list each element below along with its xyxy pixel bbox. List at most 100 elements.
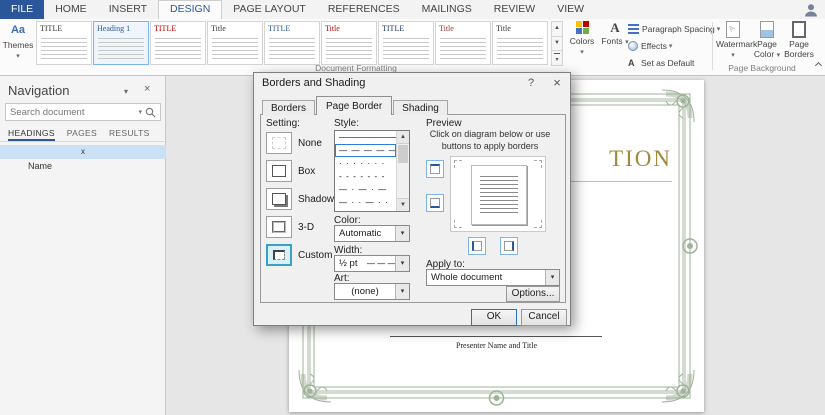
top-border-button[interactable] bbox=[426, 160, 444, 178]
border-art-select[interactable]: (none) ▾ bbox=[334, 283, 410, 300]
scroll-down-icon: ▼ bbox=[400, 202, 406, 208]
ribbon-tab[interactable]: HOME bbox=[44, 0, 98, 19]
style-set-item[interactable]: TITLE bbox=[150, 21, 206, 65]
effects-icon bbox=[628, 41, 638, 51]
style-set-item[interactable]: Title bbox=[321, 21, 377, 65]
ribbon-tab[interactable]: FILE bbox=[0, 0, 45, 19]
chevron-down-icon: ▾ bbox=[731, 51, 735, 59]
ribbon-tab[interactable]: REFERENCES bbox=[317, 0, 411, 19]
preview-corner-guide bbox=[454, 220, 462, 228]
border-setting-option[interactable]: Shadow bbox=[266, 187, 334, 211]
border-style-option[interactable]: · · · · · · · bbox=[335, 157, 396, 170]
navigation-tab[interactable]: HEADINGS bbox=[8, 125, 55, 141]
ribbon-tab[interactable]: PAGE LAYOUT bbox=[222, 0, 317, 19]
style-set-item[interactable]: TITLE bbox=[36, 21, 92, 65]
account-button[interactable] bbox=[803, 0, 819, 19]
apply-to-value: Whole document bbox=[431, 272, 503, 283]
chevron-down-icon[interactable]: ▾ bbox=[395, 256, 409, 271]
scrollbar-thumb[interactable] bbox=[398, 145, 408, 163]
bottom-border-button[interactable] bbox=[426, 194, 444, 212]
navigation-close-button[interactable]: × bbox=[144, 83, 150, 95]
chevron-down-icon: ▾ bbox=[124, 87, 129, 96]
style-set-item[interactable]: Title bbox=[435, 21, 491, 65]
cancel-button[interactable]: Cancel bbox=[521, 309, 567, 326]
navigation-options-button[interactable]: ▾ bbox=[124, 87, 128, 96]
chevron-down-icon[interactable]: ▾ bbox=[395, 226, 409, 241]
border-style-option[interactable]: - - - - - - - bbox=[335, 170, 396, 183]
ribbon-tab[interactable]: REVIEW bbox=[483, 0, 546, 19]
style-label: Style: bbox=[334, 118, 360, 129]
color-swatch bbox=[582, 21, 589, 27]
border-color-select[interactable]: Automatic ▾ bbox=[334, 225, 410, 242]
border-setting-option[interactable]: Custom bbox=[266, 243, 333, 267]
border-setting-option[interactable]: None bbox=[266, 131, 330, 155]
ribbon-tab[interactable]: MAILINGS bbox=[411, 0, 483, 19]
navigation-tab[interactable]: RESULTS bbox=[109, 125, 150, 141]
dialog-close-button[interactable]: × bbox=[545, 74, 569, 92]
effects-label: Effects bbox=[641, 41, 667, 51]
effects-button[interactable]: Effects ▾ bbox=[628, 38, 714, 54]
border-setting-option[interactable]: Box bbox=[266, 159, 330, 183]
style-set-preview-lines bbox=[155, 38, 201, 60]
style-set-item[interactable]: Heading 1 bbox=[93, 21, 149, 65]
dialog-tab[interactable]: Page Border bbox=[316, 96, 393, 115]
ribbon: Themes ▾ TITLE Heading 1 TITLE Title TIT… bbox=[0, 19, 825, 76]
options-button[interactable]: Options... bbox=[506, 286, 560, 302]
navigation-heading-item[interactable]: Name bbox=[0, 159, 166, 173]
scrollbar-down-button[interactable]: ▼ bbox=[397, 198, 409, 211]
style-set-preview-lines bbox=[326, 38, 372, 60]
gallery-scroll-up-button[interactable]: ▲ bbox=[551, 21, 563, 37]
bottom-border-icon bbox=[430, 198, 440, 208]
search-icon[interactable] bbox=[145, 107, 156, 118]
style-set-title: Title bbox=[496, 24, 511, 33]
border-setting-list: None Box Shadow 3-D Custom bbox=[266, 131, 334, 271]
scrollbar-up-button[interactable]: ▲ bbox=[397, 131, 409, 144]
border-width-value: ½ pt bbox=[339, 258, 358, 269]
border-style-option[interactable]: — · — · — bbox=[335, 183, 396, 196]
border-preview-diagram[interactable] bbox=[450, 156, 546, 232]
style-set-preview-lines bbox=[98, 38, 144, 60]
style-set-gallery: TITLE Heading 1 TITLE Title TITLE Title bbox=[36, 21, 549, 65]
border-style-option[interactable]: — · · — · · bbox=[335, 196, 396, 209]
colors-label: Colors bbox=[569, 36, 595, 46]
style-set-item[interactable]: TITLE bbox=[378, 21, 434, 65]
page-color-label: Page Color bbox=[753, 39, 777, 59]
style-list-scrollbar[interactable]: ▲ ▼ bbox=[396, 131, 409, 211]
collapse-ribbon-button[interactable] bbox=[812, 61, 824, 71]
border-setting-option[interactable]: 3-D bbox=[266, 215, 330, 239]
ribbon-tab[interactable]: DESIGN bbox=[158, 0, 223, 19]
right-border-button[interactable] bbox=[500, 237, 518, 255]
dialog-help-button[interactable]: ? bbox=[519, 74, 543, 92]
page-color-icon bbox=[760, 21, 774, 38]
chevron-down-icon[interactable]: ▾ bbox=[545, 270, 559, 285]
dialog-tab[interactable]: Borders bbox=[262, 100, 316, 115]
border-setting-option-label: Custom bbox=[298, 249, 333, 261]
ribbon-tab[interactable]: VIEW bbox=[546, 0, 595, 19]
style-set-item[interactable]: Title bbox=[492, 21, 548, 65]
style-set-item[interactable]: Title bbox=[207, 21, 263, 65]
gallery-scroll-down-button[interactable]: ▼ bbox=[551, 35, 563, 52]
gallery-more-bar bbox=[554, 53, 560, 55]
chevron-down-icon: ▾ bbox=[16, 52, 20, 60]
paragraph-spacing-button[interactable]: Paragraph Spacing ▾ bbox=[628, 21, 720, 37]
border-style-option[interactable]: — — — — — bbox=[335, 144, 396, 157]
style-set-item[interactable]: TITLE bbox=[264, 21, 320, 65]
apply-to-select[interactable]: Whole document ▾ bbox=[426, 269, 560, 286]
borders-and-shading-dialog: Borders and Shading ? × Borders Page Bord… bbox=[253, 72, 571, 326]
dialog-tab[interactable]: Shading bbox=[393, 100, 448, 115]
ok-button[interactable]: OK bbox=[471, 309, 517, 326]
border-style-option[interactable]: ────────────── bbox=[335, 131, 396, 144]
search-input[interactable] bbox=[6, 106, 139, 118]
ribbon-tab[interactable]: INSERT bbox=[98, 0, 158, 19]
border-setting-option-label: Shadow bbox=[298, 193, 335, 205]
border-width-select[interactable]: ½ pt — — — — ▾ bbox=[334, 255, 410, 272]
navigation-headings-list: x Name bbox=[0, 145, 166, 173]
border-setting-icon bbox=[266, 188, 292, 210]
navigation-tab[interactable]: PAGES bbox=[67, 125, 97, 141]
border-style-listbox: ──────────────— — — — —· · · · · · ·- - … bbox=[334, 130, 410, 212]
search-options-chevron-icon[interactable]: ▾ bbox=[138, 108, 142, 116]
chevron-down-icon[interactable]: ▾ bbox=[395, 284, 409, 299]
left-border-button[interactable] bbox=[468, 237, 486, 255]
style-set-title: TITLE bbox=[382, 24, 405, 33]
navigation-heading-item[interactable]: x bbox=[0, 145, 166, 159]
